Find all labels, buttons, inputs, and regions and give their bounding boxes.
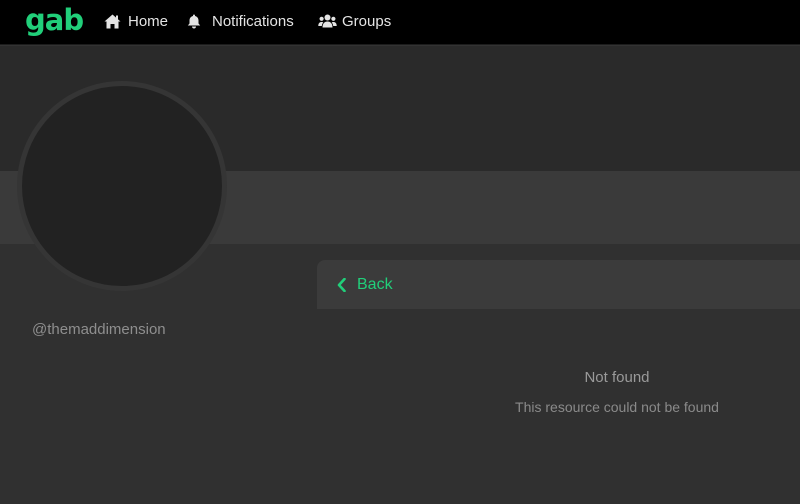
nav-groups-label: Groups [342,12,392,30]
gab-logo[interactable]: gab [25,0,84,45]
error-title: Not found [584,369,650,386]
home-icon [104,14,121,29]
profile-username: @themaddimension [32,321,166,338]
nav-home[interactable]: Home [104,0,168,42]
back-label: Back [357,275,393,293]
avatar[interactable] [17,81,227,291]
nav-groups[interactable]: Groups [318,0,391,42]
top-navigation-bar: gab Home Notifications Groups [0,0,800,45]
nav-notifications[interactable]: Notifications [187,0,294,42]
chevron-left-icon [337,277,347,292]
nav-notifications-label: Notifications [212,12,294,30]
error-message: This resource could not be found [515,399,719,415]
nav-home-label: Home [128,12,169,30]
bell-icon [187,14,201,29]
users-icon [318,14,337,28]
back-button[interactable]: Back [317,260,800,309]
